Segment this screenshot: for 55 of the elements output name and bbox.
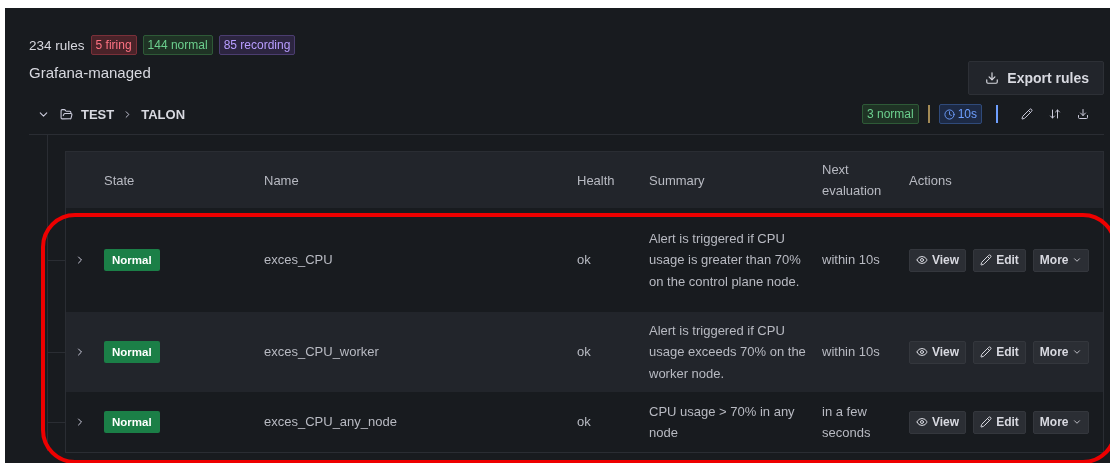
eye-icon <box>916 346 928 358</box>
view-button[interactable]: View <box>909 410 967 434</box>
pencil-icon <box>980 416 993 428</box>
download-icon <box>1077 108 1089 120</box>
health-status: ok <box>577 413 592 432</box>
edit-button[interactable]: Edit <box>973 248 1026 272</box>
caret-icon <box>1072 417 1083 427</box>
caret-icon <box>1072 255 1083 265</box>
column-header: Next evaluation <box>822 161 883 200</box>
column-header: State <box>104 172 136 188</box>
rule-name: exces_CPU_worker <box>264 343 380 362</box>
state-tag: Normal <box>104 249 160 271</box>
sort-arrows-icon <box>1049 108 1061 120</box>
edit-button[interactable]: Edit <box>973 340 1026 364</box>
folder-path-item: TEST <box>81 106 115 122</box>
health-status: ok <box>577 343 592 362</box>
clock-icon <box>943 108 955 120</box>
rule-summary: Alert is triggered if CPU usage is greater than 70% on the control plane node. <box>649 229 802 291</box>
section-title: Grafana-managed <box>29 63 151 81</box>
folder-icon <box>60 107 73 121</box>
rule-count: 234 rules <box>29 37 85 53</box>
pencil-icon <box>1021 108 1033 120</box>
health-status: ok <box>577 251 592 270</box>
view-button[interactable]: View <box>909 340 967 364</box>
rule-summary: CPU usage > 70% in any node <box>649 402 796 442</box>
status-count-tag: 144 normal <box>142 35 213 55</box>
eye-icon <box>916 254 928 266</box>
pencil-icon <box>980 346 993 358</box>
folder-path-item: TALON <box>141 106 186 122</box>
export-rules-button[interactable]: Export rules <box>968 61 1104 95</box>
column-header: Health <box>577 172 616 188</box>
status-count-tag: 3 normal <box>861 104 919 124</box>
edit-button[interactable]: Edit <box>973 410 1026 434</box>
rule-summary: Alert is triggered if CPU usage exceeds 70% on the worker node. <box>649 321 807 383</box>
caret-icon <box>1072 347 1083 357</box>
view-button[interactable]: View <box>909 248 967 272</box>
download-icon <box>985 71 1000 85</box>
column-header: Name <box>264 172 300 188</box>
state-tag: Normal <box>104 411 160 433</box>
column-header: Actions <box>909 172 953 188</box>
status-count-tag: 5 firing <box>90 35 137 55</box>
interval-tag: 10s <box>938 104 982 124</box>
next-evaluation: within 10s <box>822 343 881 362</box>
more-button[interactable]: More <box>1032 340 1090 364</box>
pencil-icon <box>980 254 993 266</box>
more-button[interactable]: More <box>1032 248 1090 272</box>
state-tag: Normal <box>104 341 160 363</box>
rule-name: exces_CPU_any_node <box>264 413 398 432</box>
next-evaluation: in a few seconds <box>822 402 872 442</box>
eye-icon <box>916 416 928 428</box>
column-header: Summary <box>649 172 706 188</box>
rule-name: exces_CPU <box>264 251 334 270</box>
status-count-tag: 85 recording <box>218 35 296 55</box>
next-evaluation: within 10s <box>822 251 881 270</box>
more-button[interactable]: More <box>1032 410 1090 434</box>
